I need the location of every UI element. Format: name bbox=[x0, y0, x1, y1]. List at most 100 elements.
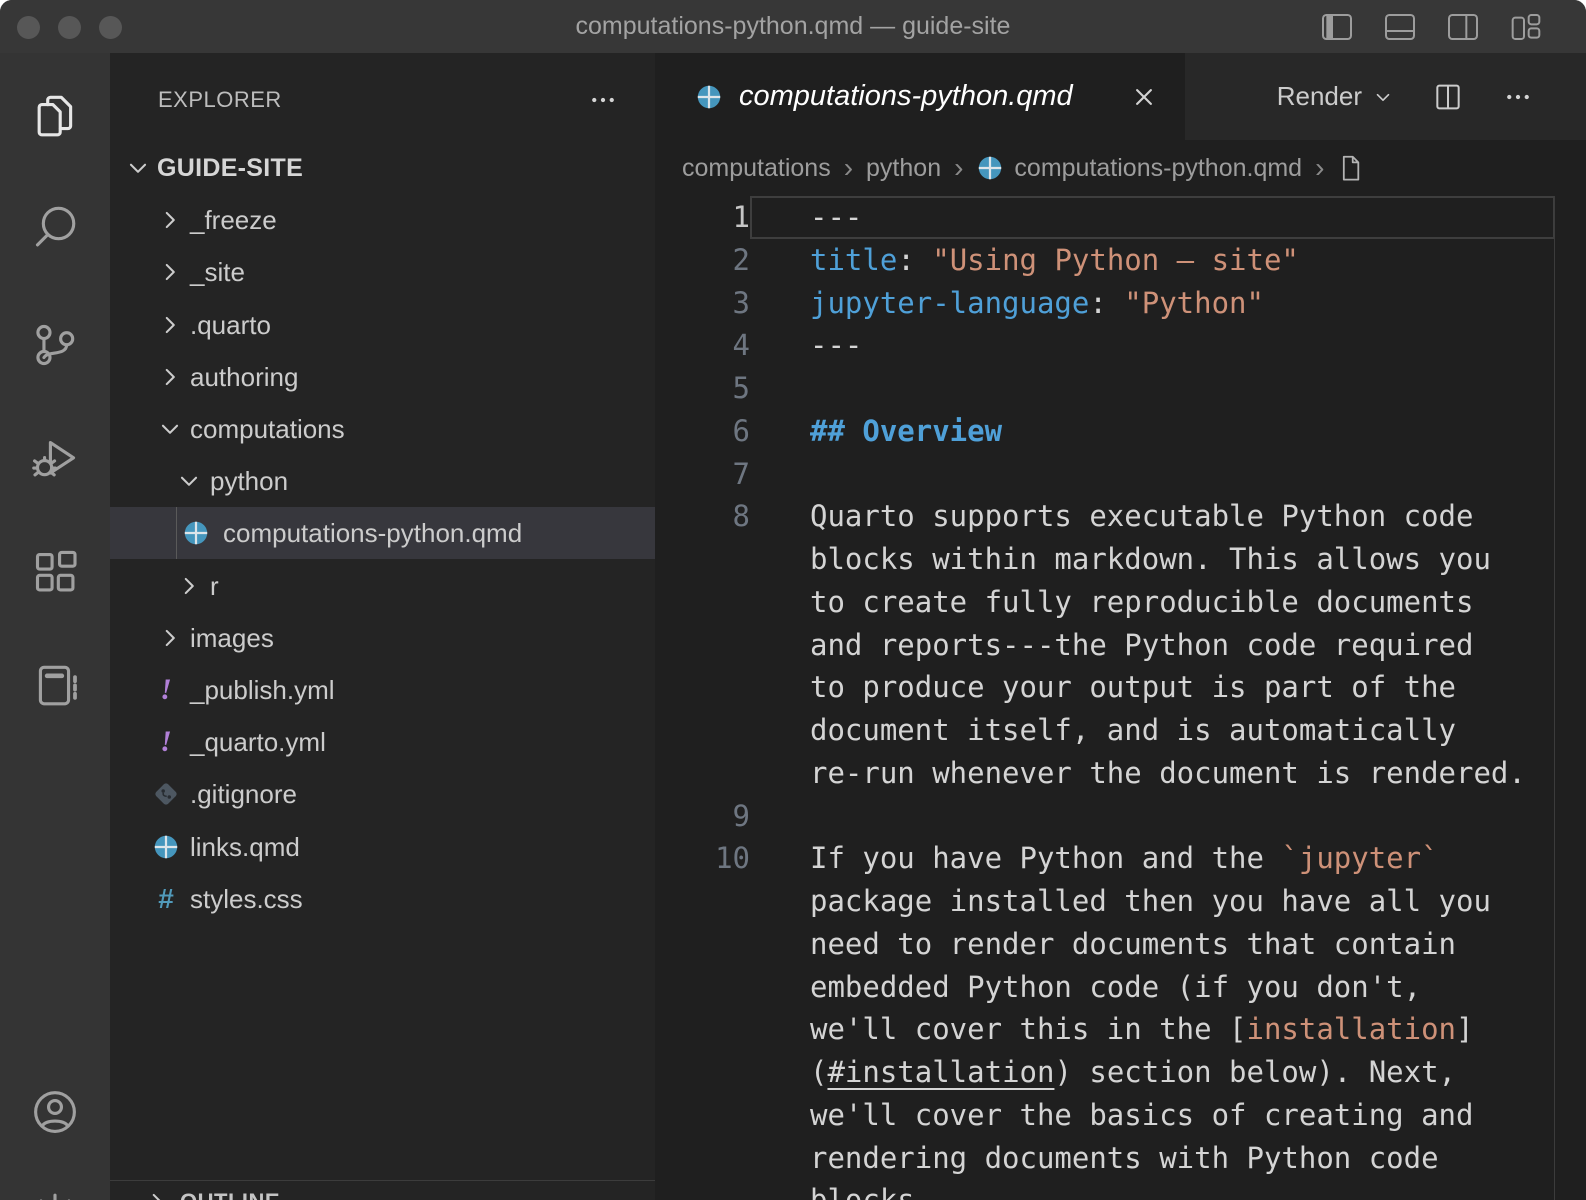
code-line[interactable]: to create fully reproducible documents bbox=[655, 581, 1586, 624]
code-line[interactable]: 1--- bbox=[655, 196, 1586, 239]
line-text: embedded Python code (if you don't, bbox=[810, 966, 1421, 1009]
tree-item--site[interactable]: _site bbox=[110, 246, 655, 298]
tree-item-computations[interactable]: computations bbox=[110, 403, 655, 455]
line-text: jupyter-language: "Python" bbox=[810, 282, 1264, 325]
notebook-icon bbox=[30, 660, 80, 710]
activitybar-item-settings[interactable] bbox=[30, 1190, 80, 1200]
tree-item--publish-yml[interactable]: !_publish.yml bbox=[110, 664, 655, 716]
account-icon bbox=[30, 1087, 80, 1137]
line-number: 2 bbox=[655, 239, 750, 282]
token-plain: we'll cover this in the [ bbox=[810, 1012, 1247, 1046]
code-line[interactable]: 4--- bbox=[655, 324, 1586, 367]
line-text: to create fully reproducible documents bbox=[810, 581, 1473, 624]
token-plain: re-run whenever the document is rendered… bbox=[810, 756, 1526, 790]
line-text: we'll cover the basics of creating and bbox=[810, 1094, 1473, 1137]
layout-sidebar-right-icon[interactable] bbox=[1447, 13, 1479, 41]
code-line[interactable]: 10If you have Python and the `jupyter` bbox=[655, 837, 1586, 880]
breadcrumb-item-python[interactable]: python bbox=[866, 154, 941, 183]
editor-group: computations-python.qmd Render computati… bbox=[655, 53, 1586, 1200]
code-line[interactable]: and reports---the Python code required bbox=[655, 624, 1586, 667]
code-line[interactable]: to produce your output is part of the bbox=[655, 666, 1586, 709]
code-line[interactable]: embedded Python code (if you don't, bbox=[655, 966, 1586, 1009]
code-line[interactable]: blocks within markdown. This allows you bbox=[655, 538, 1586, 581]
line-text: document itself, and is automatically bbox=[810, 709, 1456, 752]
activity-bar bbox=[0, 53, 110, 1200]
tree-item-label: _quarto.yml bbox=[190, 727, 326, 758]
tree-item-python[interactable]: python bbox=[110, 455, 655, 507]
code-line[interactable]: document itself, and is automatically bbox=[655, 709, 1586, 752]
activitybar-item-run-and-debug[interactable] bbox=[30, 433, 80, 483]
breadcrumb-item-symbol[interactable] bbox=[1337, 154, 1364, 183]
chevron-right-icon bbox=[157, 312, 183, 338]
tree-item-images[interactable]: images bbox=[110, 612, 655, 664]
layout-sidebar-left-icon[interactable] bbox=[1321, 13, 1353, 41]
tree-item--quarto-yml[interactable]: ! _quarto.yml bbox=[110, 716, 655, 768]
tree-item-styles-css[interactable]: #styles.css bbox=[110, 873, 655, 925]
line-number: 3 bbox=[655, 282, 750, 325]
code-line[interactable]: 8Quarto supports executable Python code bbox=[655, 495, 1586, 538]
workbench: EXPLORER GUIDE-SITE _freeze _site.quartoau… bbox=[0, 53, 1586, 1200]
breadcrumb-item-computations[interactable]: computations bbox=[682, 154, 831, 183]
files-icon bbox=[30, 90, 80, 140]
activitybar-item-search[interactable] bbox=[30, 202, 80, 252]
activitybar-item-accounts[interactable] bbox=[30, 1087, 80, 1137]
line-text: ## Overview bbox=[810, 410, 1002, 453]
code-line[interactable]: package installed then you have all you bbox=[655, 880, 1586, 923]
activitybar-item-explorer[interactable] bbox=[30, 90, 80, 140]
chevron-right-icon bbox=[157, 259, 183, 285]
tree-item-label: _publish.yml bbox=[190, 675, 335, 706]
explorer-sidebar: EXPLORER GUIDE-SITE _freeze _site.quartoau… bbox=[110, 53, 655, 1200]
tree-item-authoring[interactable]: authoring bbox=[110, 351, 655, 403]
tree-item--freeze[interactable]: _freeze bbox=[110, 194, 655, 246]
tree-item-label: .gitignore bbox=[190, 779, 297, 810]
token-string: "Using Python — site" bbox=[932, 243, 1299, 277]
activitybar-item-extensions[interactable] bbox=[30, 547, 80, 597]
render-button[interactable]: Render bbox=[1277, 81, 1394, 112]
token-plain: --- bbox=[810, 200, 862, 234]
quarto-icon bbox=[695, 83, 723, 111]
token-code: `jupyter` bbox=[1281, 841, 1438, 875]
chevron-right-icon bbox=[157, 625, 183, 651]
tree-item-guide-site[interactable]: GUIDE-SITE bbox=[110, 142, 655, 194]
code-line[interactable]: need to render documents that contain bbox=[655, 923, 1586, 966]
code-line[interactable]: 2title: "Using Python — site" bbox=[655, 239, 1586, 282]
outline-header[interactable]: OUTLINE bbox=[144, 1189, 280, 1200]
code-line[interactable]: we'll cover this in the [installation] bbox=[655, 1008, 1586, 1051]
close-icon[interactable] bbox=[1129, 82, 1159, 112]
split-editor-icon[interactable] bbox=[1432, 80, 1464, 114]
tree-item-r[interactable]: r bbox=[110, 560, 655, 612]
breadcrumb-item-computations-python-qmd[interactable]: computations-python.qmd bbox=[976, 154, 1302, 183]
layout-customize-icon[interactable] bbox=[1510, 13, 1542, 41]
tab-computations-python[interactable]: computations-python.qmd bbox=[655, 53, 1185, 140]
tree-item--quarto[interactable]: .quarto bbox=[110, 299, 655, 351]
tree-item-label: _freeze bbox=[190, 205, 277, 236]
more-actions-icon[interactable] bbox=[1502, 82, 1534, 112]
code-line[interactable]: blocks. bbox=[655, 1179, 1586, 1200]
editor-scrollbar[interactable] bbox=[1554, 196, 1555, 1200]
code-line[interactable]: 9 bbox=[655, 795, 1586, 838]
activitybar-item-notebook[interactable] bbox=[30, 660, 80, 710]
tree-item-links-qmd[interactable]: links.qmd bbox=[110, 821, 655, 873]
code-line[interactable]: 6 ## Overview bbox=[655, 410, 1586, 453]
code-line[interactable]: 3 jupyter-language: "Python" bbox=[655, 282, 1586, 325]
tree-item-computations-python-qmd[interactable]: computations-python.qmd bbox=[110, 507, 655, 559]
code-line[interactable]: re-run whenever the document is rendered… bbox=[655, 752, 1586, 795]
activitybar-item-source-control[interactable] bbox=[30, 320, 80, 370]
code-line[interactable]: rendering documents with Python code bbox=[655, 1137, 1586, 1180]
sidebar-title: EXPLORER bbox=[158, 87, 282, 113]
line-number: 5 bbox=[655, 367, 750, 410]
more-actions-icon[interactable] bbox=[587, 85, 619, 115]
code-line[interactable]: we'll cover the basics of creating and bbox=[655, 1094, 1586, 1137]
tree-item--gitignore[interactable]: .gitignore bbox=[110, 768, 655, 820]
token-plain: ) section below). Next, bbox=[1054, 1055, 1456, 1089]
layout-panel-icon[interactable] bbox=[1384, 13, 1416, 41]
code-line[interactable]: (#installation) section below). Next, bbox=[655, 1051, 1586, 1094]
breadcrumb-separator-icon: › bbox=[1315, 154, 1324, 182]
token-plain: : bbox=[1089, 286, 1124, 320]
line-number: 6 bbox=[655, 410, 750, 453]
yaml-warning-icon: ! bbox=[152, 728, 180, 756]
code-line[interactable]: 7 bbox=[655, 453, 1586, 496]
chevron-right-icon bbox=[176, 573, 202, 599]
code-editor[interactable]: 1---2title: "Using Python — site"3 jupyte… bbox=[655, 196, 1586, 1200]
code-line[interactable]: 5 bbox=[655, 367, 1586, 410]
